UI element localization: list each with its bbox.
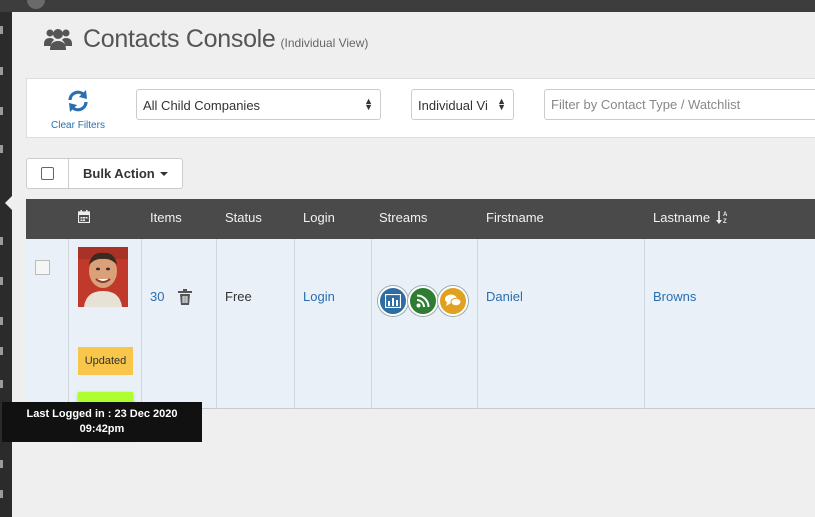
column-divider — [477, 239, 478, 409]
rail-tick — [0, 67, 3, 75]
firstname-link[interactable]: Daniel — [486, 289, 523, 304]
column-header-streams[interactable]: Streams — [379, 199, 427, 239]
clear-filters-label: Clear Filters — [51, 120, 105, 131]
company-select-value: All Child Companies — [143, 98, 261, 113]
lastname-link[interactable]: Browns — [653, 289, 696, 304]
column-header-lastname-label: Lastname — [653, 210, 711, 225]
view-select-value: Individual Vi — [418, 98, 488, 113]
row-checkbox[interactable] — [35, 260, 50, 275]
svg-text:A: A — [723, 212, 728, 218]
select-arrows-icon: ▲ ▼ — [364, 96, 373, 112]
view-select[interactable]: Individual Vi ▲ ▼ — [411, 89, 514, 120]
filter-panel: Clear Filters All Child Companies ▲ ▼ Ind… — [26, 78, 815, 138]
calendar-icon[interactable] — [78, 210, 90, 226]
contacts-table: Items Status Login Streams Firstname Las… — [26, 199, 815, 438]
rail-tick — [0, 107, 3, 115]
column-divider — [644, 239, 645, 409]
svg-text:Z: Z — [723, 219, 727, 224]
rail-tick — [0, 26, 3, 34]
bulk-action-label: Bulk Action — [83, 166, 155, 181]
login-link[interactable]: Login — [303, 289, 335, 304]
rail-tick — [0, 317, 3, 325]
table-header: Items Status Login Streams Firstname Las… — [26, 199, 815, 239]
sort-alpha-icon[interactable]: A Z — [715, 210, 730, 225]
rail-tick — [0, 237, 3, 245]
users-icon — [44, 27, 72, 51]
page-subtitle: (Individual View) — [280, 35, 369, 50]
comments-icon[interactable] — [438, 286, 468, 316]
trash-icon[interactable] — [178, 289, 192, 305]
caret-down-icon — [159, 171, 168, 176]
select-all-checkbox-wrap[interactable] — [26, 158, 69, 189]
rail-tick — [0, 277, 3, 285]
column-divider — [68, 239, 69, 409]
column-divider — [294, 239, 295, 409]
page-title: Contacts Console — [83, 24, 276, 53]
column-header-firstname[interactable]: Firstname — [486, 199, 544, 239]
table-row: Updated Logged in 30 Free Login — [26, 239, 815, 438]
rail-tick — [0, 460, 3, 468]
chart-icon[interactable] — [378, 286, 408, 316]
last-login-tooltip: Last Logged in : 23 Dec 2020 09:42pm — [2, 402, 202, 442]
column-divider — [371, 239, 372, 409]
contact-type-filter-input[interactable] — [544, 89, 815, 120]
items-count-link[interactable]: 30 — [150, 289, 164, 304]
updated-badge: Updated — [78, 347, 133, 375]
clear-filters-button[interactable]: Clear Filters — [47, 89, 109, 131]
select-all-checkbox[interactable] — [41, 167, 54, 180]
refresh-icon — [68, 90, 88, 112]
column-header-login[interactable]: Login — [303, 199, 335, 239]
rail-tick — [0, 347, 3, 355]
top-bar-circle — [27, 0, 45, 9]
page-header: Contacts Console (Individual View) — [44, 24, 368, 54]
column-header-items[interactable]: Items — [150, 199, 182, 239]
status-cell: Free — [225, 289, 252, 304]
rail-tick — [0, 145, 3, 153]
rail-tick — [0, 490, 3, 498]
bulk-action-group: Bulk Action — [26, 158, 183, 189]
bulk-action-button[interactable]: Bulk Action — [69, 158, 183, 189]
rail-caret — [5, 196, 12, 210]
column-divider — [141, 239, 142, 409]
company-select[interactable]: All Child Companies ▲ ▼ — [136, 89, 381, 120]
rss-icon[interactable] — [408, 286, 438, 316]
rail-tick — [0, 380, 3, 388]
top-bar — [0, 0, 815, 12]
select-arrows-icon: ▲ ▼ — [497, 96, 506, 112]
column-header-lastname[interactable]: Lastname A Z — [653, 199, 730, 239]
column-divider — [216, 239, 217, 409]
avatar[interactable] — [78, 247, 128, 307]
column-header-status[interactable]: Status — [225, 199, 262, 239]
